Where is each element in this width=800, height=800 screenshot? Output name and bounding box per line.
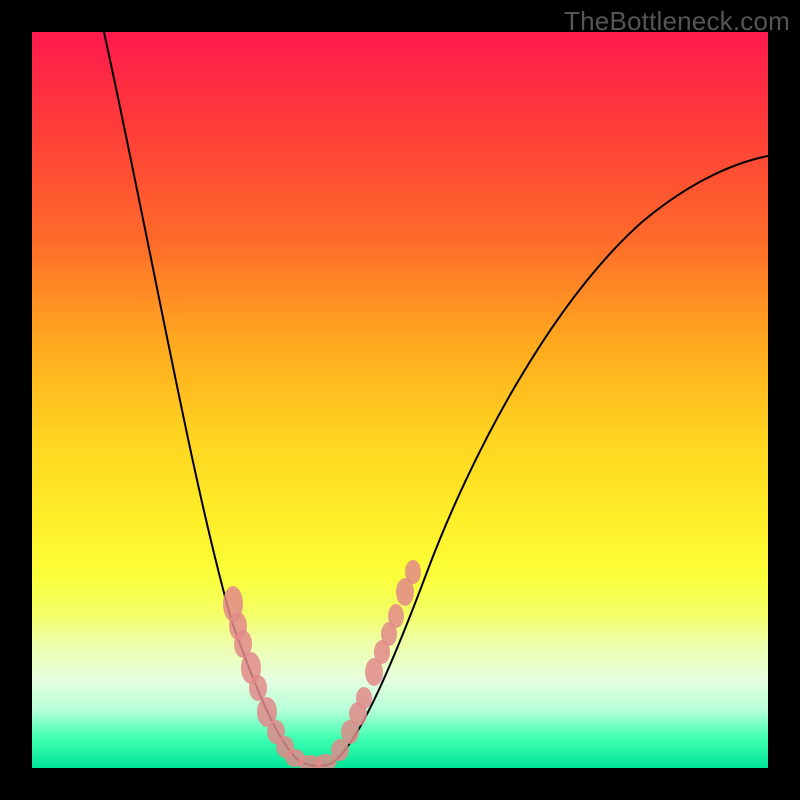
marker-right-9 xyxy=(405,560,421,584)
plot-area xyxy=(32,32,768,768)
chart-svg xyxy=(32,32,768,768)
marker-left-4 xyxy=(249,675,267,701)
marker-right-3 xyxy=(356,687,372,709)
bottleneck-curve xyxy=(104,32,768,766)
marker-right-7 xyxy=(388,604,404,628)
chart-container: TheBottleneck.com xyxy=(0,0,800,800)
